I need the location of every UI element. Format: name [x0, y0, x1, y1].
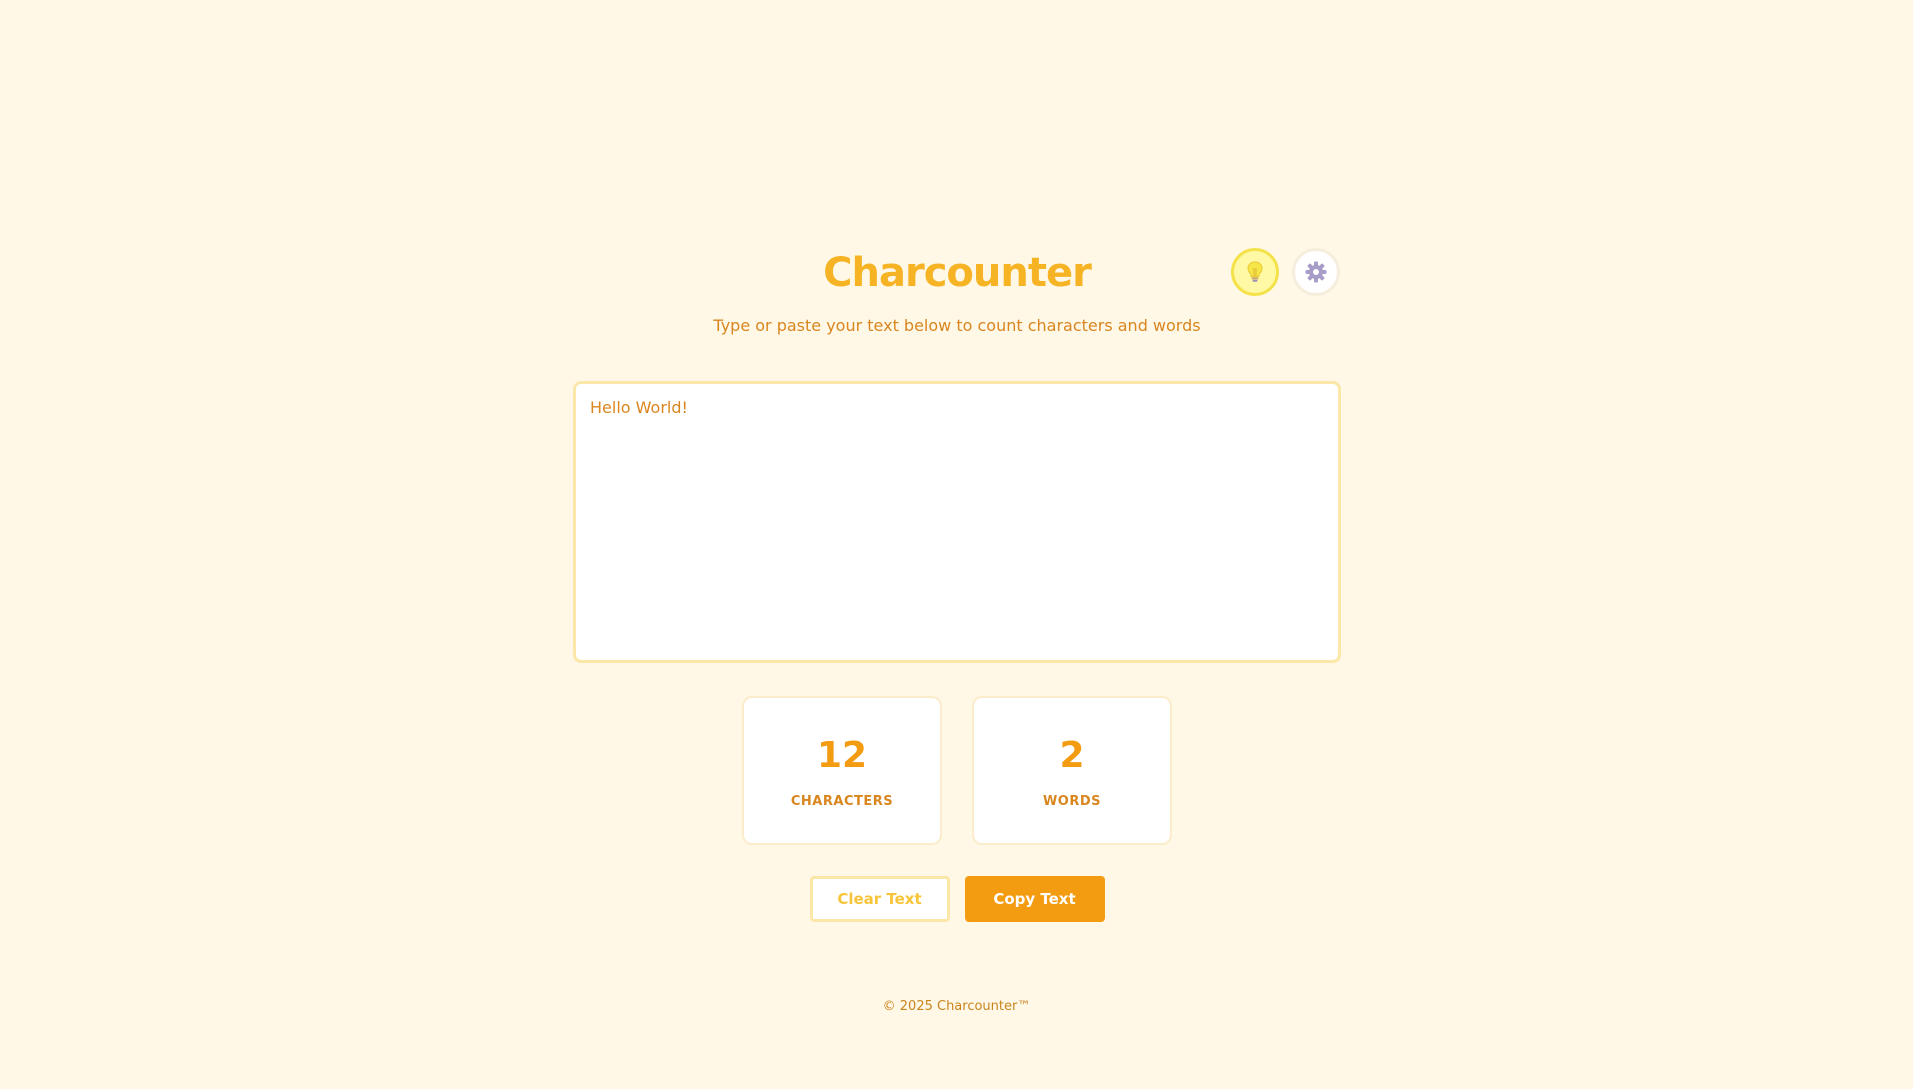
stats-row: 12 CHARACTERS 2 WORDS [573, 696, 1341, 845]
words-count: 2 [1059, 735, 1085, 776]
characters-card: 12 CHARACTERS [742, 696, 942, 845]
copy-text-button[interactable]: Copy Text [964, 876, 1105, 922]
clear-text-button[interactable]: Clear Text [809, 876, 950, 922]
page-title: Charcounter [823, 250, 1092, 296]
words-label: WORDS [1042, 794, 1102, 809]
actions-row: Clear Text Copy Text [573, 876, 1341, 922]
characters-label: CHARACTERS [790, 794, 894, 809]
text-input[interactable] [573, 381, 1341, 663]
settings-button[interactable] [1292, 248, 1340, 296]
header: Charcounter [573, 246, 1341, 302]
words-card: 2 WORDS [972, 696, 1172, 845]
footer-copyright: © 2025 Charcounter™ [882, 999, 1031, 1014]
characters-count: 12 [816, 735, 868, 776]
lightbulb-icon [1247, 261, 1263, 282]
page-subtitle: Type or paste your text below to count c… [713, 316, 1201, 335]
app-container: Charcounter Type or paste your text belo… [573, 246, 1341, 922]
gear-icon [1305, 261, 1327, 283]
theme-toggle-button[interactable] [1231, 248, 1279, 296]
